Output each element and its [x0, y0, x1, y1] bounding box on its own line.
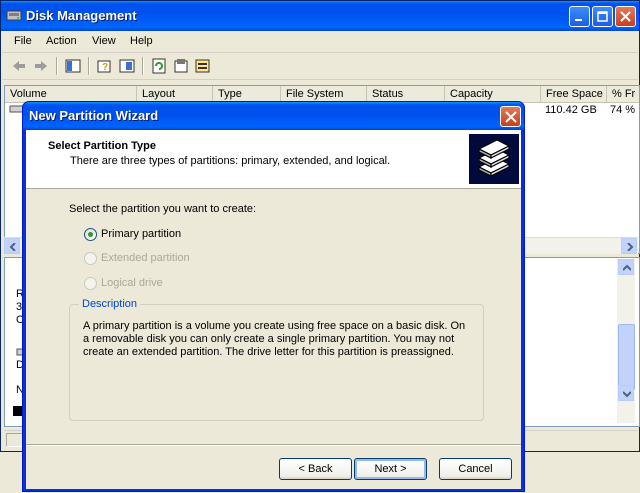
title-bar[interactable]: Disk Management [1, 1, 639, 31]
wizard-close-button[interactable] [500, 106, 521, 127]
arrow-down-icon [623, 391, 631, 398]
toolbar-separator [142, 57, 144, 75]
wizard-body: Select Partition Type There are three ty… [26, 130, 521, 489]
menu-bar: File Action View Help [2, 32, 638, 53]
scroll-thumb[interactable] [618, 324, 635, 390]
scroll-up-button[interactable] [618, 259, 634, 275]
percent-free-value: 74 % [610, 104, 636, 116]
column-header-free-space[interactable]: Free Space [541, 86, 607, 102]
radio-label[interactable]: Logical drive [101, 277, 163, 289]
radio-button[interactable] [84, 277, 97, 290]
menu-view[interactable]: View [92, 35, 116, 47]
cancel-button[interactable]: Cancel [439, 458, 512, 480]
menu-action[interactable]: Action [46, 35, 77, 47]
close-icon [505, 111, 517, 123]
arrow-up-icon [623, 264, 631, 271]
refresh-icon[interactable] [150, 57, 168, 75]
scroll-right-button[interactable] [621, 238, 637, 254]
description-text: A primary partition is a volume you crea… [83, 320, 466, 358]
arrow-left-icon [9, 243, 16, 251]
arrow-right-icon [627, 243, 634, 251]
column-header-capacity[interactable]: Capacity [445, 86, 541, 102]
radio-label[interactable]: Extended partition [101, 252, 190, 264]
close-button[interactable] [615, 6, 636, 27]
window-title: Disk Management [26, 8, 137, 23]
column-header-percent-free[interactable]: % Fr [607, 86, 639, 102]
free-space-value: 110.42 GB [545, 104, 597, 116]
menu-file[interactable]: File [14, 35, 32, 47]
wizard-header-panel: Select Partition Type There are three ty… [26, 130, 521, 189]
back-button[interactable]: < Back [279, 458, 352, 480]
toolbar-separator [56, 57, 58, 75]
description-title: Description [79, 298, 141, 310]
button-separator [26, 444, 521, 446]
radio-label[interactable]: Primary partition [101, 228, 181, 240]
maximize-icon [597, 11, 608, 22]
radio-button[interactable] [84, 252, 97, 265]
show-hide-tree-icon[interactable] [64, 57, 82, 75]
help-properties-icon[interactable]: ? [96, 57, 114, 75]
partition-prompt: Select the partition you want to create: [69, 203, 257, 215]
close-icon [620, 11, 631, 22]
column-header-file-system[interactable]: File System [281, 86, 367, 102]
scroll-down-button[interactable] [618, 385, 634, 401]
export-list-icon[interactable] [118, 57, 136, 75]
toolbar-separator [88, 57, 90, 75]
scroll-left-button[interactable] [4, 238, 20, 254]
new-partition-wizard-dialog: New Partition Wizard Select Partition Ty… [22, 101, 525, 492]
wizard-title-bar[interactable]: New Partition Wizard [23, 102, 524, 130]
radio-selected-dot [88, 232, 93, 237]
minimize-icon [575, 19, 582, 21]
column-header-layout[interactable]: Layout [137, 86, 213, 102]
wizard-step-heading: Select Partition Type [48, 140, 156, 152]
svg-text:?: ? [102, 62, 108, 73]
column-header-status[interactable]: Status [367, 86, 445, 102]
column-header-type[interactable]: Type [213, 86, 281, 102]
minimize-button[interactable] [569, 6, 590, 27]
menu-help[interactable]: Help [130, 35, 153, 47]
properties-icon[interactable] [172, 57, 190, 75]
maximize-button[interactable] [592, 6, 613, 27]
toolbar: ? [2, 53, 638, 80]
disk-settings-icon[interactable] [194, 57, 212, 75]
disk-management-icon [6, 10, 22, 21]
back-arrow-icon[interactable] [10, 57, 28, 75]
radio-button[interactable] [84, 228, 97, 241]
wizard-step-subheading: There are three types of partitions: pri… [70, 155, 391, 167]
column-header-volume[interactable]: Volume [5, 86, 137, 102]
next-button[interactable]: Next > [354, 458, 427, 480]
wizard-title: New Partition Wizard [29, 108, 159, 123]
vertical-scrollbar[interactable] [617, 259, 635, 423]
forward-arrow-icon[interactable] [32, 57, 50, 75]
stacked-disks-icon [469, 134, 519, 184]
